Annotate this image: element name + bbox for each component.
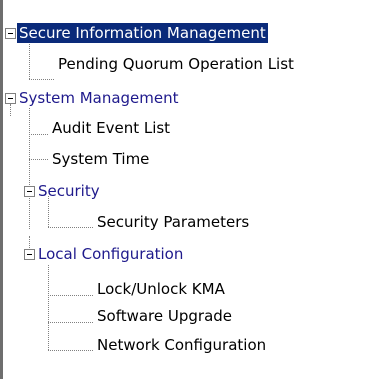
tree-node-system-management[interactable]: System Management — [17, 88, 181, 108]
tree-connector-line — [29, 159, 48, 160]
tree-connector-line — [48, 322, 93, 323]
tree-connector-line — [29, 108, 30, 229]
tree-node-system-time[interactable]: System Time — [50, 149, 151, 169]
tree-connector-line — [48, 295, 93, 296]
tree-connector-line — [48, 265, 49, 350]
tree-connector-line — [10, 104, 11, 116]
tree-node-secure-information-management[interactable]: Secure Information Management — [17, 23, 268, 43]
tree-node-security[interactable]: Security — [36, 181, 102, 201]
collapse-local-configuration-icon[interactable] — [24, 249, 35, 260]
collapse-security-icon[interactable] — [24, 186, 35, 197]
tree-node-local-configuration[interactable]: Local Configuration — [36, 244, 185, 264]
tree-node-audit-event-list[interactable]: Audit Event List — [50, 118, 172, 138]
tree-node-lock-unlock-kma[interactable]: Lock/Unlock KMA — [95, 279, 227, 299]
collapse-secure-information-management-icon[interactable] — [5, 28, 16, 39]
navigation-tree-panel: Secure Information Management Pending Qu… — [0, 0, 388, 379]
tree-node-pending-quorum-operation-list[interactable]: Pending Quorum Operation List — [56, 54, 296, 74]
tree-connector-line — [48, 227, 93, 228]
collapse-system-management-icon[interactable] — [5, 93, 16, 104]
tree-connector-line — [29, 134, 48, 135]
tree-node-software-upgrade[interactable]: Software Upgrade — [95, 306, 234, 326]
tree-connector-line — [29, 79, 54, 80]
navigation-tree: Secure Information Management Pending Qu… — [0, 0, 388, 379]
tree-node-network-configuration[interactable]: Network Configuration — [95, 335, 268, 355]
tree-node-security-parameters[interactable]: Security Parameters — [95, 212, 251, 232]
tree-connector-line — [48, 350, 93, 351]
tree-connector-line — [29, 42, 30, 79]
